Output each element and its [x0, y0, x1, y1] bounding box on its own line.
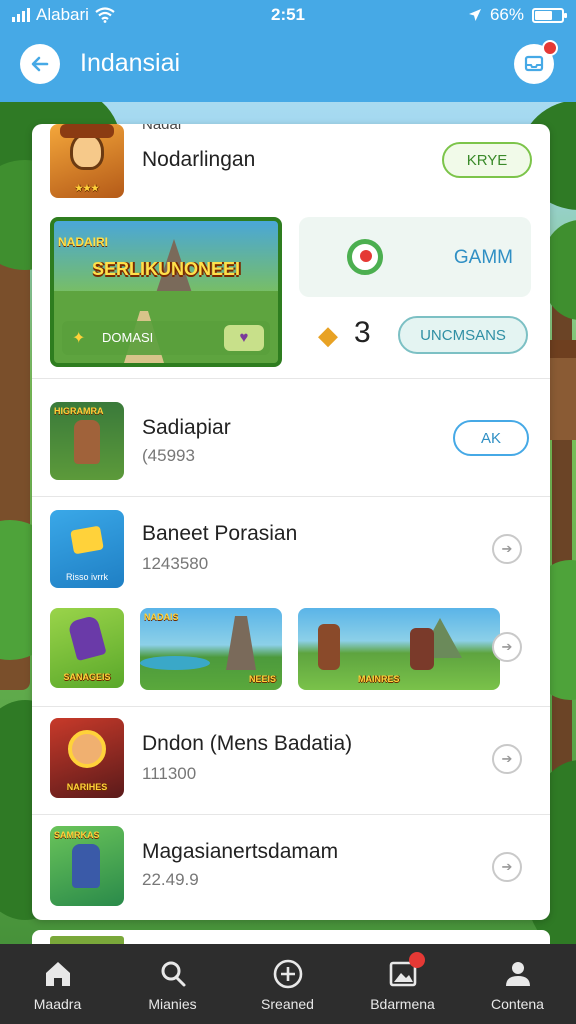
- game-thumbnail[interactable]: HIGRAMRA: [50, 402, 124, 480]
- nav-item-add[interactable]: Sreaned: [230, 944, 345, 1024]
- row-arrow-button[interactable]: ➔: [492, 534, 522, 564]
- featured-banner[interactable]: NADAIRI SERLIKUNONEEI ✦ DOMASI ♥: [50, 217, 282, 367]
- image-icon: [387, 952, 425, 990]
- banner-action-button[interactable]: ♥: [224, 325, 264, 351]
- trophy-icon: ✦: [72, 330, 86, 347]
- gallery-next-button[interactable]: ➔: [492, 632, 522, 662]
- bottom-navigation: Maadra Mianies Sreaned Bdarmena Contena: [0, 944, 576, 1024]
- row-arrow-button[interactable]: ➔: [492, 744, 522, 774]
- nav-label: Sreaned: [261, 996, 314, 1012]
- arrow-left-icon: [31, 56, 49, 72]
- banner-cta-label: DOMASI: [102, 330, 154, 345]
- game-title: Baneet Porasian: [142, 522, 298, 545]
- game-downloads: 22.49.9: [142, 870, 199, 889]
- add-circle-icon: [272, 958, 304, 990]
- gallery-screenshot[interactable]: NADAIS NEEIS: [140, 608, 282, 690]
- nav-label: Contena: [491, 996, 544, 1012]
- chevron-right-icon: ➔: [501, 639, 513, 654]
- battery-icon: [532, 7, 567, 23]
- game-logo-icon: [347, 239, 383, 275]
- next-card-peek: [32, 930, 550, 944]
- page-title: Indansiai: [80, 49, 181, 77]
- chevron-right-icon: ➔: [501, 859, 513, 874]
- game-thumbnail[interactable]: NARIHES: [50, 718, 124, 798]
- game-thumbnail[interactable]: SAMRKAS: [50, 826, 124, 906]
- row-arrow-button[interactable]: ➔: [492, 852, 522, 882]
- nav-item-profile[interactable]: Contena: [460, 944, 575, 1024]
- nav-notification-badge: [408, 952, 425, 968]
- game-downloads: 111300: [142, 764, 197, 783]
- game-thumbnail[interactable]: Risso ivrrk: [50, 510, 124, 588]
- nav-label: Maadra: [33, 996, 82, 1012]
- side-game-card[interactable]: GAMM: [299, 217, 531, 297]
- games-card: ★★★ Nadai Nodarlingan KRYE NADAIRI SERLI…: [32, 124, 550, 920]
- count-label: 3: [354, 316, 371, 349]
- app-header: Indansiai: [0, 30, 576, 102]
- chevron-right-icon: ➔: [501, 751, 513, 766]
- game-title: Dndon (Mens Badatia): [142, 732, 353, 755]
- nav-label: Mianies: [148, 996, 197, 1012]
- open-button[interactable]: AK: [453, 420, 529, 456]
- gem-icon: ◆: [318, 320, 338, 350]
- game-title-partial: Nadai: [142, 124, 182, 133]
- game-thumbnail[interactable]: ★★★: [50, 124, 124, 198]
- nav-item-home[interactable]: Maadra: [0, 944, 115, 1024]
- game-title: Sadiapiar: [142, 416, 231, 439]
- game-title: Magasianertsdamam: [142, 840, 339, 863]
- status-bar: Alabari 2:51 66%: [0, 0, 576, 30]
- notifications-button[interactable]: [514, 40, 558, 84]
- home-icon: [42, 958, 74, 990]
- search-icon: [157, 958, 189, 990]
- nav-item-media[interactable]: Bdarmena: [345, 944, 460, 1024]
- nav-item-search[interactable]: Mianies: [115, 944, 230, 1024]
- chevron-right-icon: ➔: [501, 541, 513, 556]
- install-button[interactable]: KRYE: [442, 142, 532, 178]
- back-button[interactable]: [20, 44, 60, 84]
- gallery-screenshot[interactable]: MAINRES: [298, 608, 500, 690]
- inbox-icon: [524, 55, 544, 72]
- notification-badge: [542, 40, 558, 56]
- game-downloads: 1243580: [142, 554, 209, 573]
- game-thumbnail[interactable]: SANAGEIS: [50, 608, 124, 688]
- location-icon: [468, 9, 481, 21]
- profile-icon: [502, 958, 534, 990]
- battery-percent: 66%: [489, 5, 524, 24]
- banner-caption: SERLIKUNONEEI: [91, 259, 241, 279]
- side-game-label: GAMM: [453, 247, 513, 268]
- game-title: Nodarlingan: [142, 148, 256, 171]
- game-downloads: (45993: [142, 446, 195, 465]
- side-action-button[interactable]: UNCMSANS: [398, 316, 528, 354]
- nav-label: Bdarmena: [370, 996, 435, 1012]
